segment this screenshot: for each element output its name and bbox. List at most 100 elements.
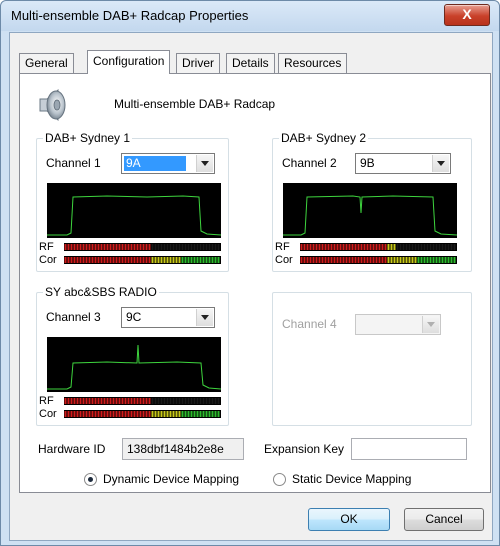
group-title: SY abc&SBS RADIO [43,285,159,299]
chevron-down-icon[interactable] [196,309,213,326]
meter-segment [196,244,199,250]
meter-segment [133,411,136,417]
meter-segment [175,244,178,250]
meter-segment [333,244,336,250]
meter-segment [402,244,405,250]
meter-segment [145,244,148,250]
meter-segment [447,257,450,263]
spectrum-display [47,183,221,238]
channel-select[interactable]: 9B [355,153,451,174]
meter-segment [112,257,115,263]
meter-segment [190,244,193,250]
meter-segment [91,411,94,417]
cancel-button[interactable]: Cancel [404,508,484,531]
cor-level-meter [64,256,221,264]
channel-select[interactable]: 9C [121,307,215,328]
static-mapping-label[interactable]: Static Device Mapping [292,472,411,486]
meter-segment [112,411,115,417]
meter-segment [420,257,423,263]
meter-segment [324,257,327,263]
meter-segment [109,411,112,417]
channel-label: Channel 4 [282,317,337,331]
channel-value: 9C [126,310,142,324]
chevron-down-icon[interactable] [432,155,449,172]
meter-segment [142,244,145,250]
meter-segment [187,257,190,263]
meter-segment [112,244,115,250]
meter-segment [399,257,402,263]
ok-button[interactable]: OK [308,508,390,531]
cor-level-meter [64,410,221,418]
cor-label: Cor [275,254,293,266]
meter-segment [348,257,351,263]
meter-segment [145,411,148,417]
dialog-client-area: General Configuration Driver Details Res… [9,32,493,541]
meter-segment [208,257,211,263]
dynamic-mapping-radio[interactable] [84,473,97,486]
meter-segment [85,411,88,417]
meter-segment [426,257,429,263]
meter-segment [154,257,157,263]
meter-segment [300,257,303,263]
meter-segment [139,398,142,404]
meter-segment [82,398,85,404]
chevron-down-icon[interactable] [196,155,213,172]
tab-driver[interactable]: Driver [176,53,220,73]
group-title: DAB+ Sydney 1 [43,131,133,145]
meter-segment [169,411,172,417]
meter-segment [100,411,103,417]
meter-segment [366,257,369,263]
static-mapping-radio[interactable] [273,473,286,486]
tab-configuration[interactable]: Configuration [87,50,171,74]
meter-segment [351,257,354,263]
meter-segment [130,257,133,263]
meter-segment [303,244,306,250]
meter-segment [199,244,202,250]
meter-segment [441,257,444,263]
channel-value [358,317,362,332]
meter-segment [178,411,181,417]
meter-segment [172,257,175,263]
close-button[interactable]: X [444,4,490,26]
meter-segment [366,244,369,250]
tuner-group-4: Channel 4 [272,292,472,426]
meter-segment [429,244,432,250]
spectrum-display [283,183,457,238]
meter-segment [217,257,220,263]
meter-segment [205,244,208,250]
meter-segment [303,257,306,263]
meter-segment [405,244,408,250]
meter-segment [118,398,121,404]
meter-segment [121,257,124,263]
meter-segment [157,257,160,263]
meter-segment [91,244,94,250]
meter-segment [103,398,106,404]
expansion-key-field[interactable] [351,438,467,460]
meter-segment [381,257,384,263]
meter-segment [166,257,169,263]
meter-segment [408,257,411,263]
meter-segment [306,244,309,250]
meter-segment [85,244,88,250]
channel-value: 9A [124,156,186,171]
meter-segment [217,244,220,250]
meter-segment [199,411,202,417]
spectrum-trace [283,195,457,236]
title-bar[interactable]: Multi-ensemble DAB+ Radcap Properties X [1,1,499,31]
meter-segment [351,244,354,250]
tuner-group-1: DAB+ Sydney 1 Channel 1 9A RF Cor [36,131,229,272]
meter-segment [321,257,324,263]
meter-segment [354,244,357,250]
meter-segment [450,257,453,263]
channel-select[interactable]: 9A [121,153,215,174]
hardware-id-field[interactable]: 138dbf1484b2e8e [122,438,244,460]
meter-segment [184,257,187,263]
meter-segment [196,398,199,404]
tab-resources[interactable]: Resources [278,53,348,73]
meter-segment [399,244,402,250]
tab-details[interactable]: Details [226,53,275,73]
tab-general[interactable]: General [19,53,74,73]
meter-segment [363,257,366,263]
dynamic-mapping-label[interactable]: Dynamic Device Mapping [103,472,239,486]
meter-segment [85,398,88,404]
